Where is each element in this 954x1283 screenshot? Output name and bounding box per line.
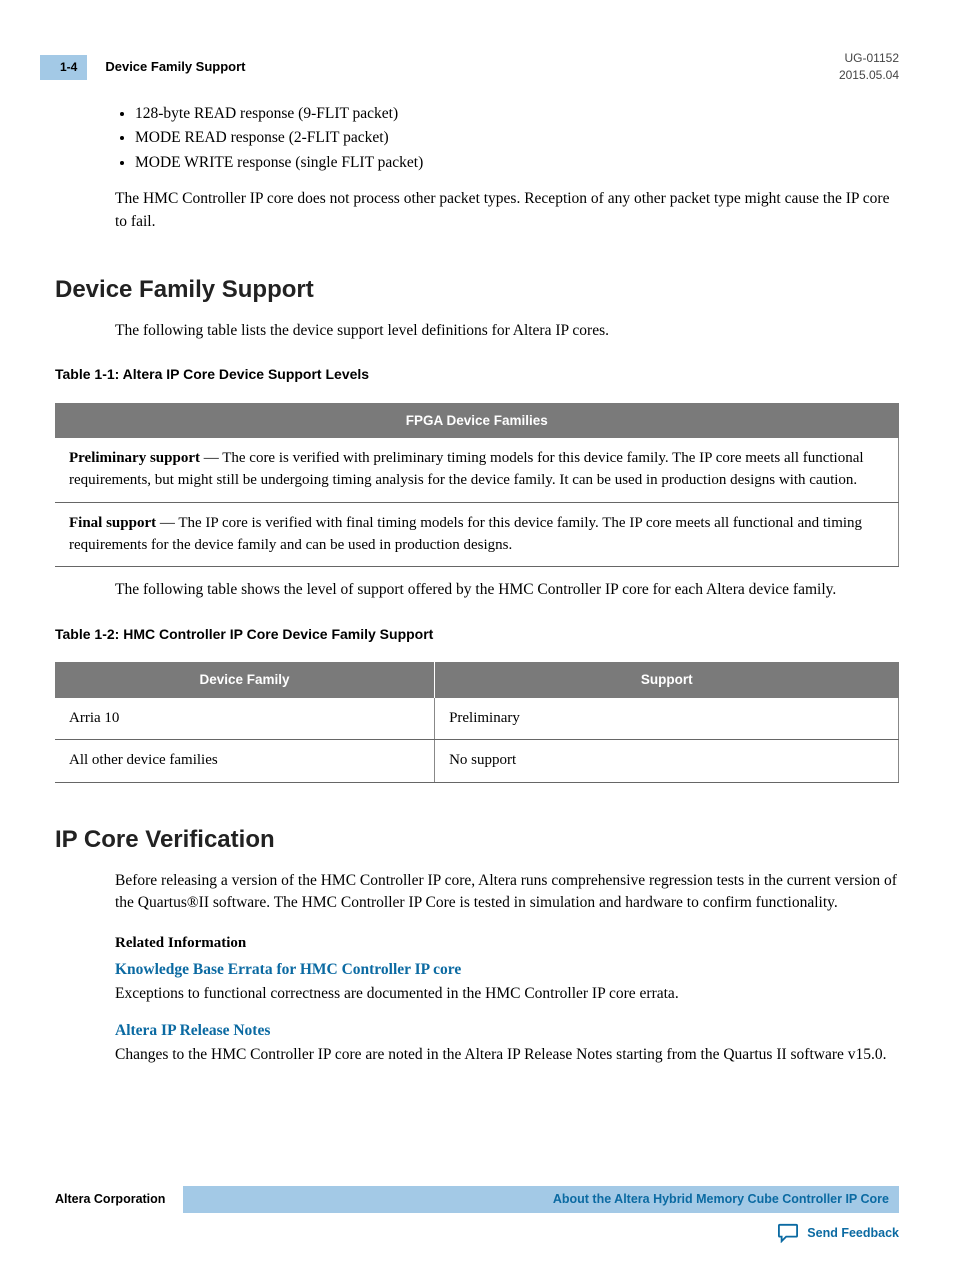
body-paragraph: The following table lists the device sup… — [115, 320, 899, 342]
link-errata[interactable]: Knowledge Base Errata for HMC Controller… — [115, 959, 899, 981]
cell-text: — The IP core is verified with final tim… — [69, 515, 862, 553]
table-cell: Arria 10 — [55, 698, 435, 740]
bold-term: Final support — [69, 515, 156, 531]
footer-corporation: Altera Corporation — [55, 1190, 165, 1208]
speech-bubble-icon — [777, 1223, 799, 1243]
bold-term: Preliminary support — [69, 450, 200, 466]
document-page: 1-4 Device Family Support UG-01152 2015.… — [0, 0, 954, 1283]
link-description: Exceptions to functional correctness are… — [115, 983, 899, 1005]
body-paragraph: The following table shows the level of s… — [115, 579, 899, 601]
footer-row: Altera Corporation About the Altera Hybr… — [55, 1186, 899, 1212]
header-right: UG-01152 2015.05.04 — [839, 50, 899, 85]
section-heading: IP Core Verification — [55, 823, 899, 858]
page-header: 1-4 Device Family Support UG-01152 2015.… — [55, 50, 899, 85]
list-item: MODE WRITE response (single FLIT packet) — [135, 152, 899, 174]
section-heading: Device Family Support — [55, 273, 899, 308]
header-section-title: Device Family Support — [105, 58, 245, 77]
page-number: 1-4 — [40, 55, 87, 80]
body-paragraph: The HMC Controller IP core does not proc… — [115, 188, 899, 233]
intro-block: 128-byte READ response (9-FLIT packet) M… — [115, 103, 899, 233]
footer-chapter-link[interactable]: About the Altera Hybrid Memory Cube Cont… — [183, 1186, 899, 1212]
related-info-heading: Related Information — [115, 933, 899, 955]
table-header: Support — [435, 662, 899, 698]
send-feedback-link[interactable]: Send Feedback — [55, 1223, 899, 1243]
doc-date: 2015.05.04 — [839, 67, 899, 84]
table-caption: Table 1-1: Altera IP Core Device Support… — [55, 364, 899, 384]
list-item: MODE READ response (2-FLIT packet) — [135, 127, 899, 149]
list-item: 128-byte READ response (9-FLIT packet) — [135, 103, 899, 125]
link-description: Changes to the HMC Controller IP core ar… — [115, 1044, 899, 1066]
table-cell: No support — [435, 740, 899, 783]
header-left: 1-4 Device Family Support — [55, 55, 246, 80]
table-cell: Preliminary — [435, 698, 899, 740]
body-paragraph: Before releasing a version of the HMC Co… — [115, 870, 899, 915]
table-cell: Final support — The IP core is verified … — [55, 502, 899, 567]
table-caption: Table 1-2: HMC Controller IP Core Device… — [55, 624, 899, 644]
table-cell: Preliminary support — The core is verifi… — [55, 438, 899, 502]
page-footer: Altera Corporation About the Altera Hybr… — [55, 1186, 899, 1242]
table-device-family-support: Device Family Support Arria 10 Prelimina… — [55, 662, 899, 783]
feedback-label: Send Feedback — [807, 1224, 899, 1242]
doc-id: UG-01152 — [839, 50, 899, 67]
link-release-notes[interactable]: Altera IP Release Notes — [115, 1020, 899, 1042]
table-cell: All other device families — [55, 740, 435, 783]
table-header: FPGA Device Families — [55, 403, 899, 439]
table-support-levels: FPGA Device Families Preliminary support… — [55, 403, 899, 568]
table-header: Device Family — [55, 662, 435, 698]
bullet-list: 128-byte READ response (9-FLIT packet) M… — [115, 103, 899, 174]
